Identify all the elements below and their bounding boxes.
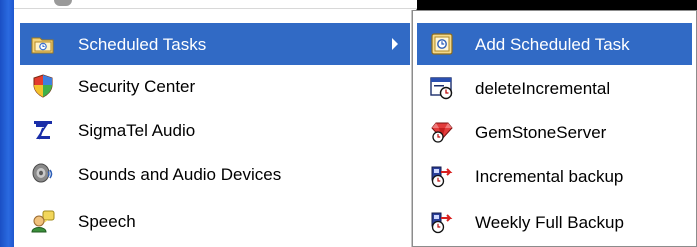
backup-task-icon bbox=[429, 163, 455, 189]
start-menu-strip bbox=[0, 0, 14, 247]
scheduled-tasks-folder-icon bbox=[30, 31, 56, 57]
submenu-item-weekly-full-backup[interactable]: Weekly Full Backup bbox=[417, 201, 692, 243]
menu-item-security-center[interactable]: Security Center bbox=[20, 65, 410, 107]
submenu-item-label: Weekly Full Backup bbox=[475, 212, 624, 232]
submenu-item-incremental-backup[interactable]: Incremental backup bbox=[417, 155, 692, 197]
control-panel-menu: Scheduled Tasks Security Center SigmaTel… bbox=[0, 0, 417, 247]
submenu-item-label: Add Scheduled Task bbox=[475, 34, 630, 54]
gem-task-icon bbox=[429, 119, 455, 145]
backup-task-icon bbox=[429, 209, 455, 235]
partial-item-icon bbox=[54, 0, 72, 6]
previous-item-cutoff bbox=[14, 0, 417, 9]
menu-item-label: Sounds and Audio Devices bbox=[78, 164, 282, 184]
menu-item-speech[interactable]: Speech bbox=[20, 200, 410, 242]
scheduled-tasks-submenu: Add Scheduled Task deleteIncremental Gem bbox=[412, 10, 697, 247]
menu-item-label: SigmaTel Audio bbox=[78, 120, 196, 140]
submenu-item-label: GemStoneServer bbox=[475, 122, 607, 142]
add-task-icon bbox=[429, 31, 455, 57]
menu-item-label: Security Center bbox=[78, 76, 196, 96]
submenu-item-add-scheduled-task[interactable]: Add Scheduled Task bbox=[417, 23, 692, 65]
menu-item-sounds-and-audio-devices[interactable]: Sounds and Audio Devices bbox=[20, 153, 410, 195]
menu-item-label: Speech bbox=[78, 211, 136, 231]
security-shield-icon bbox=[30, 73, 56, 99]
speaker-icon bbox=[30, 161, 56, 187]
menu-item-sigmatel-audio[interactable]: SigmaTel Audio bbox=[20, 109, 410, 151]
submenu-item-deleteincremental[interactable]: deleteIncremental bbox=[417, 67, 692, 109]
submenu-arrow-icon bbox=[392, 38, 398, 50]
submenu-item-label: Incremental backup bbox=[475, 166, 624, 186]
submenu-item-label: deleteIncremental bbox=[475, 78, 611, 98]
submenu-item-gemstoneserver[interactable]: GemStoneServer bbox=[417, 111, 692, 153]
menu-item-scheduled-tasks[interactable]: Scheduled Tasks bbox=[20, 23, 410, 65]
speech-icon bbox=[30, 208, 56, 234]
task-window-clock-icon bbox=[429, 75, 455, 101]
sigmatel-audio-icon bbox=[30, 117, 56, 143]
menu-item-label: Scheduled Tasks bbox=[78, 34, 207, 54]
